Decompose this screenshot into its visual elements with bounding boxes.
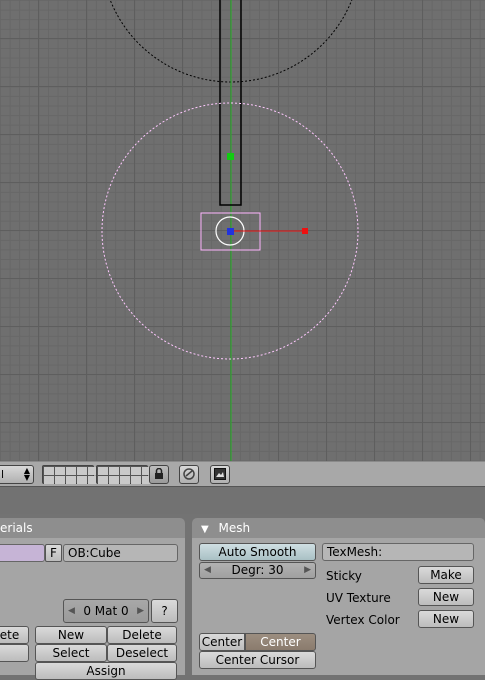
degr-value: Degr: 30 (231, 563, 284, 577)
triangle-down-icon: ▼ (201, 524, 209, 535)
manipulator-icon[interactable] (179, 465, 199, 484)
render-icon[interactable] (210, 465, 230, 484)
viewport-scene (101, 0, 359, 461)
mode-select-value: l (1, 468, 5, 481)
materials-panel-title: erials (0, 521, 33, 535)
sticky-make-button[interactable]: Make (418, 566, 474, 584)
center-cursor-button[interactable]: Center Cursor (199, 651, 316, 669)
x-axis-handle[interactable] (302, 228, 308, 234)
deselect-button[interactable]: Deselect (107, 644, 177, 662)
fake-user-button[interactable]: F (45, 544, 62, 562)
vertex-color-label: Vertex Color (326, 613, 400, 627)
layer-buttons-2[interactable] (96, 465, 152, 484)
new-material-slot-button[interactable]: New (35, 626, 107, 644)
degr-number-field[interactable]: ◀ Degr: 30 ▶ (199, 562, 316, 579)
lock-icon[interactable] (149, 465, 169, 484)
material-color-swatch[interactable] (0, 544, 45, 562)
layer-buttons-1[interactable] (42, 465, 98, 484)
material-index-counter[interactable]: ◀ 0 Mat 0 ▶ (63, 599, 149, 623)
mesh-panel-title: Mesh (218, 521, 251, 535)
z-axis-handle[interactable] (227, 228, 234, 235)
center-button[interactable]: Center (199, 633, 245, 651)
mesh-panel-header[interactable]: ▼ Mesh (192, 518, 485, 538)
sticky-label: Sticky (326, 569, 362, 583)
select-left-button[interactable] (0, 644, 29, 662)
select-button[interactable]: Select (35, 644, 107, 662)
assign-button[interactable]: Assign (35, 662, 177, 680)
viewport-header: l ▲ ▼ (0, 461, 485, 487)
mode-select[interactable]: l ▲ ▼ (0, 465, 34, 484)
3d-viewport[interactable] (0, 0, 485, 461)
materials-panel-header[interactable]: erials (0, 518, 185, 538)
buttons-window: erials F OB:Cube ◀ 0 Mat 0 ▶ ? ete New D… (0, 487, 485, 680)
y-axis-handle[interactable] (227, 153, 234, 160)
auto-smooth-toggle[interactable]: Auto Smooth (199, 543, 316, 561)
uv-texture-new-button[interactable]: New (418, 588, 474, 606)
object-name-field[interactable]: OB:Cube (63, 544, 178, 562)
question-button[interactable]: ? (151, 599, 178, 623)
vertex-color-new-button[interactable]: New (418, 610, 474, 628)
uv-texture-label: UV Texture (326, 591, 391, 605)
up-down-arrows-icon: ▲ ▼ (23, 466, 30, 482)
delete-button-left[interactable]: ete (0, 626, 29, 644)
texmesh-field[interactable]: TexMesh: (322, 543, 474, 561)
material-index-label: 0 Mat 0 (83, 604, 129, 618)
delete-material-slot-button[interactable]: Delete (107, 626, 177, 644)
center-new-button[interactable]: Center New (245, 633, 316, 665)
